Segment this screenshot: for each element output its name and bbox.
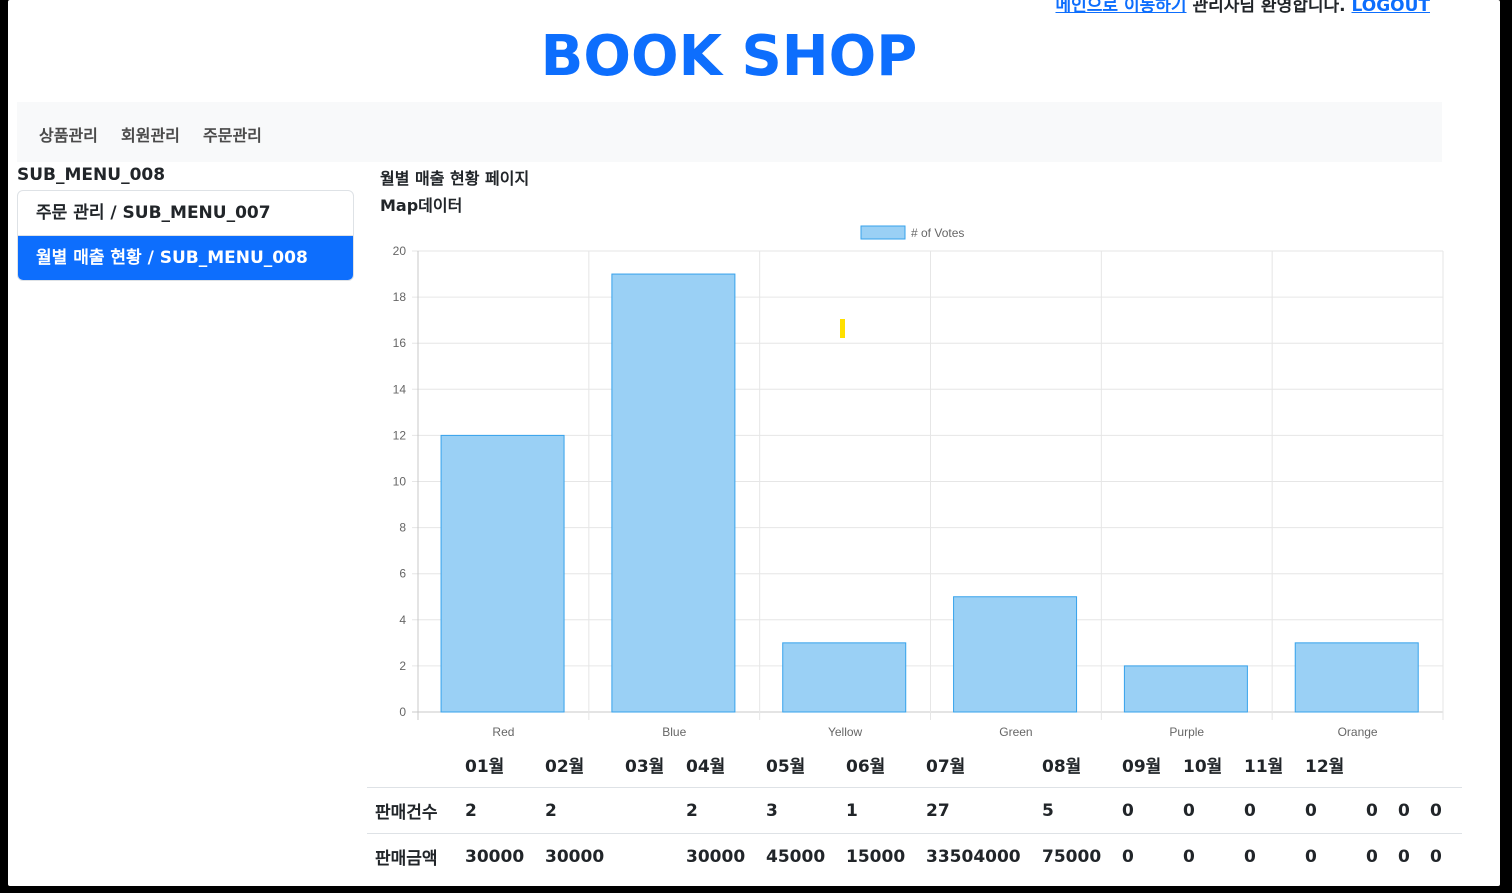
month-header: 10월 <box>1183 757 1223 777</box>
table-row: 판매금액 30000 30000 30000 45000 15000 33504000 750… <box>367 833 1462 879</box>
table-cell: 0 <box>1183 833 1244 879</box>
table-cell: 2 <box>545 787 625 834</box>
table-extra-cell: 0 <box>1398 833 1430 879</box>
y-tick-label: 10 <box>393 475 407 489</box>
table-cell: 0 <box>1244 833 1305 879</box>
sidebar-item-monthly-sales[interactable]: 월별 매출 현황 / SUB_MENU_008 <box>18 235 353 280</box>
bar-chart-svg: 0 2 4 6 8 10 12 14 16 18 20 Red Blue Yellow Green Purpl… <box>393 225 1444 739</box>
sidebar-menu: 주문 관리 / SUB_MENU_007 월별 매출 현황 / SUB_MENU… <box>17 190 354 281</box>
table-cell <box>625 833 686 879</box>
table-cell: 30000 <box>465 833 545 879</box>
table-cell: 0 <box>1122 787 1183 834</box>
month-header: 02월 <box>545 757 585 777</box>
page-title: 월별 매출 현황 페이지 <box>380 169 530 188</box>
table-extra-cell: 0 <box>1366 787 1398 834</box>
table-extra-cell: 0 <box>1430 787 1462 834</box>
y-tick-label: 18 <box>393 290 407 304</box>
table-corner-cell <box>367 742 465 788</box>
x-tick-label: Yellow <box>828 725 863 739</box>
brand-title[interactable]: BOOK SHOP <box>8 24 1450 89</box>
bar-purple <box>1123 665 1248 713</box>
month-header: 07월 <box>926 757 966 777</box>
table-cell: 30000 <box>686 833 766 879</box>
table-row: 판매건수 2 2 2 3 1 27 5 0 0 0 0 0 0 0 <box>367 787 1462 834</box>
table-cell: 15000 <box>846 833 926 879</box>
x-tick-label: Purple <box>1169 725 1204 739</box>
y-tick-label: 8 <box>399 521 406 535</box>
top-links: 메인으로 이동하기 관리자님 환영합니다. LOGOUT <box>1055 0 1430 16</box>
table-cell: 2 <box>465 787 545 834</box>
table-cell: 30000 <box>545 833 625 879</box>
y-tick-label: 14 <box>393 382 407 396</box>
sidebar-item-order-management[interactable]: 주문 관리 / SUB_MENU_007 <box>18 191 353 235</box>
table-cell: 0 <box>1183 787 1244 834</box>
y-tick-label: 4 <box>399 613 406 627</box>
page: 메인으로 이동하기 관리자님 환영합니다. LOGOUT BOOK SHOP 상… <box>8 0 1500 886</box>
logout-link[interactable]: LOGOUT <box>1352 0 1430 16</box>
month-header: 01월 <box>465 757 505 777</box>
table-cell: 0 <box>1122 833 1183 879</box>
y-tick-label: 0 <box>399 705 406 719</box>
month-header: 06월 <box>846 757 886 777</box>
y-tick-label: 20 <box>393 244 407 258</box>
bar-chart: 0 2 4 6 8 10 12 14 16 18 20 Red Blue Yellow Green Purpl… <box>371 218 1451 748</box>
table-cell: 0 <box>1305 833 1366 879</box>
monthly-sales-table: 01월 02월 03월 04월 05월 06월 07월 08월 09월 10월 11월 12월판매건수… <box>367 742 1462 879</box>
yellow-marker <box>840 319 845 338</box>
table-extra-cell: 0 <box>1430 833 1462 879</box>
welcome-text: 관리자님 환영합니다. <box>1192 0 1346 16</box>
month-header: 09월 <box>1122 757 1162 777</box>
y-tick-label: 12 <box>393 428 407 442</box>
nav-item-members[interactable]: 회원관리 <box>121 122 180 146</box>
month-header: 04월 <box>686 757 726 777</box>
legend-swatch <box>860 225 906 240</box>
table-cell: 0 <box>1305 787 1366 834</box>
table-cell: 1 <box>846 787 926 834</box>
table-cell: 75000 <box>1042 833 1122 879</box>
table-cell <box>625 787 686 834</box>
bar-orange <box>1294 642 1419 713</box>
table-header-row: 01월 02월 03월 04월 05월 06월 07월 08월 09월 10월 11월 12월 <box>367 742 1462 788</box>
bar-blue <box>611 273 736 713</box>
month-header: 11월 <box>1244 757 1284 777</box>
y-tick-label: 6 <box>399 567 406 581</box>
table-cell: 2 <box>686 787 766 834</box>
page-subtitle: Map데이터 <box>380 196 463 215</box>
bar-green <box>953 596 1078 713</box>
x-tick-label: Blue <box>662 725 686 739</box>
legend-label: # of Votes <box>911 226 964 240</box>
x-tick-label: Green <box>999 725 1032 739</box>
x-tick-label: Orange <box>1338 725 1378 739</box>
table-cell: 45000 <box>766 833 846 879</box>
main-page-link[interactable]: 메인으로 이동하기 <box>1055 0 1186 16</box>
row-label: 판매금액 <box>367 833 465 879</box>
month-header: 05월 <box>766 757 806 777</box>
table-cell: 3 <box>766 787 846 834</box>
table-cell: 27 <box>926 787 1042 834</box>
table-cell: 5 <box>1042 787 1122 834</box>
nav-item-products[interactable]: 상품관리 <box>39 122 98 146</box>
y-tick-label: 16 <box>393 336 407 350</box>
row-label: 판매건수 <box>367 787 465 834</box>
bar-red <box>440 434 565 713</box>
table-cell: 33504000 <box>926 833 1042 879</box>
nav-item-orders[interactable]: 주문관리 <box>203 122 262 146</box>
table-extra-cell: 0 <box>1366 833 1398 879</box>
x-tick-label: Red <box>492 725 514 739</box>
table-extra-cell: 0 <box>1398 787 1430 834</box>
sidebar-title: SUB_MENU_008 <box>17 165 166 185</box>
month-header: 08월 <box>1042 757 1082 777</box>
navbar: 상품관리 회원관리 주문관리 <box>17 102 1442 162</box>
y-tick-label: 2 <box>399 659 406 673</box>
table-cell: 0 <box>1244 787 1305 834</box>
month-header: 12월 <box>1305 757 1345 777</box>
month-header: 03월 <box>625 757 665 777</box>
bar-yellow <box>782 642 907 713</box>
